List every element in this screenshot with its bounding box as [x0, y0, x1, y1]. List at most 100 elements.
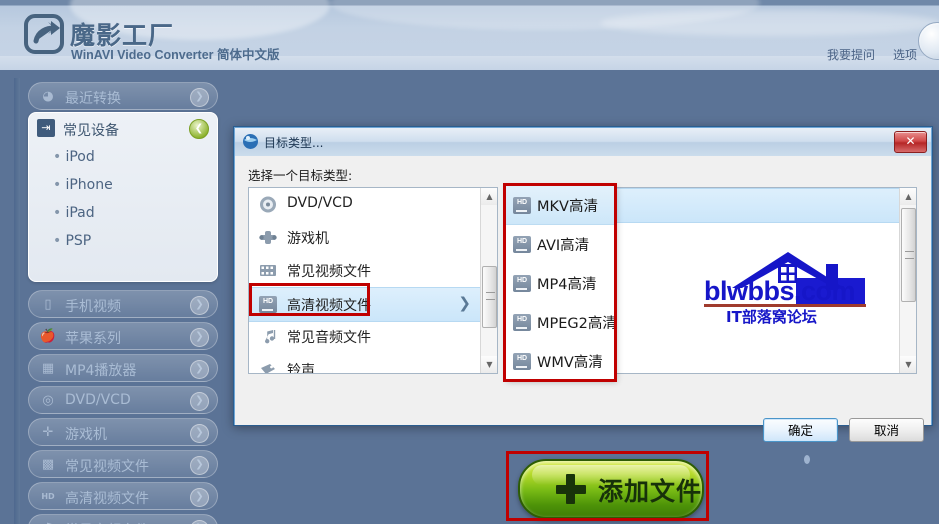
right-list-scrollbar[interactable]: ▲ ▼: [899, 188, 916, 373]
film-icon: [260, 265, 276, 276]
list-item[interactable]: DVD/VCD: [249, 188, 497, 221]
hd-icon: [513, 236, 531, 253]
add-file-button[interactable]: 添加文件: [518, 459, 704, 519]
sidebar-item-ipad[interactable]: • iPad: [53, 205, 95, 221]
scrollbar-grip: [905, 251, 914, 259]
chevron-right-icon: ❯: [190, 392, 209, 411]
bullet-icon: •: [53, 233, 62, 249]
sidebar-subitem-label: iPhone: [65, 177, 113, 193]
hd-format-submenu[interactable]: MKV高清 AVI高清 MP4高清 MPEG2高清 WMV高清: [505, 185, 615, 380]
header-cloud-decoration: [600, 10, 939, 36]
gamepad-icon: ✛: [42, 425, 54, 440]
add-file-button-label: 添加文件: [598, 477, 703, 506]
list-item-label: 常见视频文件: [287, 264, 371, 280]
application-window: 魔影工厂 WinAVI Video Converter 简体中文版 我要提问 选…: [0, 0, 939, 524]
dialog-prompt-label: 选择一个目标类型:: [248, 168, 353, 183]
triangle-down-icon[interactable]: ▼: [481, 356, 497, 373]
list-item[interactable]: 常见视频文件: [249, 254, 497, 287]
app-header: 魔影工厂 WinAVI Video Converter 简体中文版 我要提问 选…: [0, 0, 939, 70]
sidebar-item-common-audio[interactable]: ♫ 常见音频文件 ❯: [28, 514, 218, 524]
hd-icon: [259, 296, 277, 313]
left-list-scrollbar[interactable]: ▲ ▼: [480, 188, 497, 373]
hd-icon: [513, 353, 531, 370]
triangle-up-icon[interactable]: ▲: [900, 188, 916, 205]
scrollbar-grip: [486, 292, 495, 300]
sidebar-item-label: DVD/VCD: [65, 392, 131, 408]
app-logo-icon: [24, 14, 64, 54]
dialog-title: 目标类型...: [264, 136, 324, 150]
decorative-speck: [804, 455, 810, 464]
arrow-into-box-icon: ⇥: [37, 119, 55, 137]
sidebar-item-recent[interactable]: ◕ 最近转换 ❯: [28, 82, 218, 110]
submenu-item-mp4[interactable]: MP4高清: [506, 264, 614, 302]
submenu-item-label: MPEG2高清: [537, 316, 615, 332]
sidebar-item-psp[interactable]: • PSP: [53, 233, 91, 249]
submenu-item-wmv[interactable]: WMV高清: [506, 342, 614, 379]
sidebar-group-common-devices[interactable]: ⇥ 常见设备 ❮ • iPod • iPhone • iPad • PSP: [28, 112, 218, 282]
apple-icon: 🍎: [39, 329, 57, 344]
bell-tag-icon: [261, 364, 275, 373]
sidebar-item-mp4-player[interactable]: ▦ MP4播放器 ❯: [28, 354, 218, 382]
sidebar-item-label: 最近转换: [65, 91, 121, 107]
sidebar-item-game-console[interactable]: ✛ 游戏机 ❯: [28, 418, 218, 446]
list-item-hd-video-selected[interactable]: 高清视频文件 ❯: [249, 287, 497, 322]
music-note-icon: [264, 330, 276, 344]
hd-icon: [513, 314, 531, 331]
sidebar-item-dvd-vcd[interactable]: ◎ DVD/VCD ❯: [28, 386, 218, 414]
clock-icon: ◕: [42, 89, 54, 104]
sidebar-item-common-video[interactable]: ▩ 常见视频文件 ❯: [28, 450, 218, 478]
plus-icon: [556, 474, 586, 504]
disc-icon: ◎: [42, 393, 54, 408]
hd-icon: [513, 275, 531, 292]
sidebar-item-label: 游戏机: [65, 427, 107, 443]
sidebar-item-hd-video[interactable]: HD 高清视频文件 ❯: [28, 482, 218, 510]
scrollbar-thumb[interactable]: [482, 266, 497, 328]
sidebar-item-label: 常见音频文件: [65, 520, 149, 524]
music-note-icon: ♫: [39, 520, 57, 524]
submenu-item-label: MP4高清: [537, 277, 597, 293]
close-icon[interactable]: ✕: [894, 131, 927, 153]
chevron-right-icon: ❯: [190, 360, 209, 379]
sidebar-item-label: 手机视频: [65, 299, 121, 315]
target-category-list[interactable]: DVD/VCD 游戏机 常见视频文件 HD 高清视频文件 ❯ 常见音频文件 铃声…: [248, 187, 498, 374]
bullet-icon: •: [53, 205, 62, 221]
list-item-label: 常见音频文件: [287, 330, 371, 346]
ok-button[interactable]: 确定: [763, 418, 838, 442]
sidebar-item-ipod[interactable]: • iPod: [53, 149, 95, 165]
submenu-item-avi[interactable]: AVI高清: [506, 225, 614, 263]
film-icon: ▩: [41, 457, 55, 472]
sidebar-item-label: 常见视频文件: [65, 459, 149, 475]
sidebar-subitem-label: iPad: [65, 205, 95, 221]
sidebar-item-phone-video[interactable]: ▯ 手机视频 ❯: [28, 290, 218, 318]
list-item-label: 高清视频文件: [287, 298, 371, 314]
chevron-right-icon: ❯: [190, 456, 209, 475]
dialog-titlebar[interactable]: 目标类型... ✕: [235, 128, 931, 157]
list-item[interactable]: 游戏机: [249, 221, 497, 254]
phone-icon: ▯: [44, 297, 52, 312]
blue-globe-icon: [243, 134, 258, 149]
submenu-item-label: AVI高清: [537, 238, 590, 254]
list-item[interactable]: 常见音频文件: [249, 320, 497, 353]
submenu-item-mpeg2[interactable]: MPEG2高清: [506, 303, 614, 341]
list-item[interactable]: 铃声: [249, 353, 497, 373]
sidebar-item-iphone[interactable]: • iPhone: [53, 177, 113, 193]
chevron-right-icon: ❯: [190, 88, 209, 107]
sidebar-group-label: 常见设备: [63, 123, 119, 139]
hd-icon: [513, 197, 531, 214]
submenu-item-label: MKV高清: [537, 199, 598, 215]
menu-item-options[interactable]: 选项: [893, 46, 917, 63]
sidebar-subitem-label: iPod: [65, 149, 95, 165]
triangle-up-icon[interactable]: ▲: [481, 188, 497, 205]
sidebar-item-apple-series[interactable]: 🍎 苹果系列 ❯: [28, 322, 218, 350]
menu-item-ask[interactable]: 我要提问: [827, 46, 875, 63]
cancel-button[interactable]: 取消: [849, 418, 924, 442]
sidebar-item-label: 苹果系列: [65, 331, 121, 347]
submenu-item-mkv[interactable]: MKV高清: [506, 186, 614, 225]
chevron-down-icon[interactable]: ❮: [189, 119, 209, 139]
chevron-right-icon: ❯: [190, 520, 209, 524]
scrollbar-thumb[interactable]: [901, 208, 916, 302]
triangle-down-icon[interactable]: ▼: [900, 356, 916, 373]
chevron-right-icon: ❯: [458, 294, 471, 312]
sidebar: ◕ 最近转换 ❯ ⇥ 常见设备 ❮ • iPod • iPhone • iPad…: [14, 78, 230, 524]
watermark: blwbbs.com IT部落窝论坛: [700, 248, 875, 326]
